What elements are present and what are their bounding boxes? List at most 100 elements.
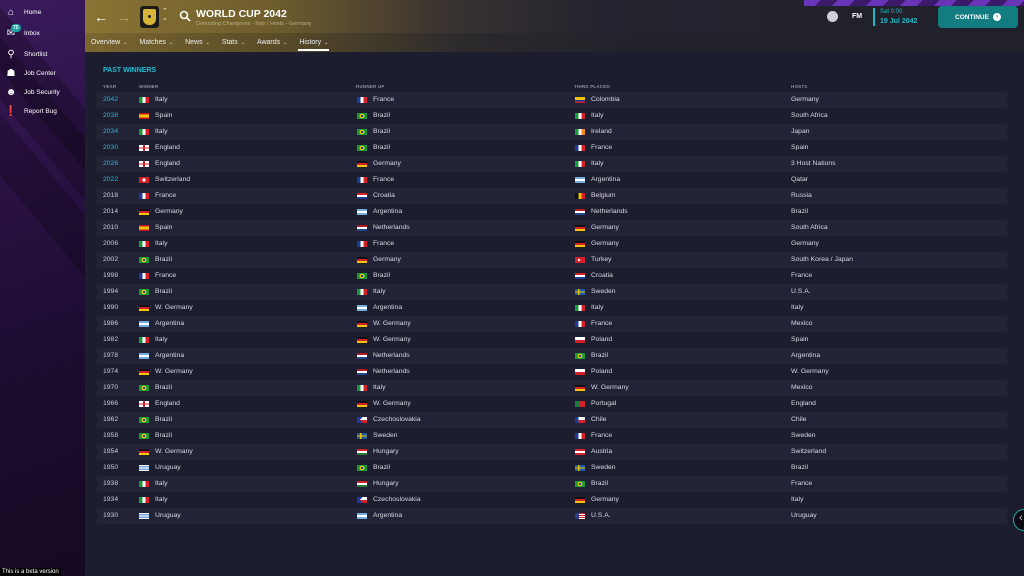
winner-cell[interactable]: Italy — [139, 128, 167, 135]
table-row[interactable]: 2010 Spain Netherlands Germany South Africa — [97, 220, 1007, 236]
winner-cell[interactable]: Italy — [139, 96, 167, 103]
third-placed-cell[interactable]: Ireland — [575, 128, 612, 135]
third-placed-cell[interactable]: Poland — [575, 336, 612, 343]
forward-arrow-icon[interactable]: → — [117, 9, 131, 25]
third-placed-cell[interactable]: W. Germany — [575, 384, 629, 391]
third-placed-cell[interactable]: Germany — [575, 240, 619, 247]
hosts-cell[interactable]: U.S.A. — [791, 288, 811, 295]
third-placed-cell[interactable]: Sweden — [575, 288, 616, 295]
table-row[interactable]: 1982 Italy W. Germany Poland Spain — [97, 332, 1007, 348]
third-placed-cell[interactable]: Netherlands — [575, 208, 628, 215]
hosts-cell[interactable]: Italy — [791, 304, 803, 311]
third-placed-cell[interactable]: Italy — [575, 112, 603, 119]
year-cell[interactable]: 2038 — [103, 112, 118, 119]
hosts-cell[interactable]: Chile — [791, 416, 807, 423]
hosts-cell[interactable]: Argentina — [791, 352, 820, 359]
year-cell[interactable]: 2042 — [103, 96, 118, 103]
third-placed-cell[interactable]: Brazil — [575, 480, 608, 487]
third-placed-cell[interactable]: Germany — [575, 224, 619, 231]
switch-competition-icon[interactable]: ⌃ ⌄ — [162, 8, 168, 22]
runner-up-cell[interactable]: Argentina — [357, 512, 402, 519]
sidebar-item-shortlist[interactable]: ⚲ Shortlist — [0, 45, 85, 64]
table-row[interactable]: 1966 England W. Germany Portugal England — [97, 396, 1007, 412]
search-icon[interactable] — [179, 10, 191, 22]
winner-cell[interactable]: Uruguay — [139, 512, 181, 519]
table-row[interactable]: 1954 W. Germany Hungary Austria Switzerland — [97, 444, 1007, 460]
table-row[interactable]: 1994 Brazil Italy Sweden U.S.A. — [97, 284, 1007, 300]
runner-up-cell[interactable]: W. Germany — [357, 336, 411, 343]
runner-up-cell[interactable]: Brazil — [357, 464, 390, 471]
third-placed-cell[interactable]: Croatia — [575, 272, 613, 279]
table-row[interactable]: 2002 Brazil Germany Turkey South Korea / Jap… — [97, 252, 1007, 268]
runner-up-cell[interactable]: France — [357, 96, 394, 103]
winner-cell[interactable]: Brazil — [139, 416, 172, 423]
sidebar-item-home[interactable]: ⌂ Home — [0, 3, 85, 22]
runner-up-cell[interactable]: Brazil — [357, 112, 390, 119]
runner-up-cell[interactable]: Hungary — [357, 448, 399, 455]
table-row[interactable]: 1974 W. Germany Netherlands Poland W. German… — [97, 364, 1007, 380]
hosts-cell[interactable]: 3 Host Nations — [791, 160, 836, 167]
fm-logo[interactable]: FM — [852, 13, 862, 20]
sidebar-item-report-bug[interactable]: ❗ Report Bug — [0, 102, 85, 121]
winner-cell[interactable]: Argentina — [139, 352, 184, 359]
table-row[interactable]: 2034 Italy Brazil Ireland Japan — [97, 124, 1007, 140]
hosts-cell[interactable]: Uruguay — [791, 512, 817, 519]
third-placed-cell[interactable]: Turkey — [575, 256, 612, 263]
third-placed-cell[interactable]: Italy — [575, 160, 603, 167]
third-placed-cell[interactable]: Portugal — [575, 400, 616, 407]
table-row[interactable]: 1934 Italy Czechoslovakia Germany Italy — [97, 492, 1007, 508]
hosts-cell[interactable]: Brazil — [791, 464, 808, 471]
table-row[interactable]: 2014 Germany Argentina Netherlands Brazil — [97, 204, 1007, 220]
winner-cell[interactable]: Brazil — [139, 432, 172, 439]
runner-up-cell[interactable]: Italy — [357, 384, 385, 391]
winner-cell[interactable]: Brazil — [139, 384, 172, 391]
winner-cell[interactable]: England — [139, 144, 180, 151]
runner-up-cell[interactable]: France — [357, 176, 394, 183]
table-row[interactable]: 1938 Italy Hungary Brazil France — [97, 476, 1007, 492]
third-placed-cell[interactable]: Belgium — [575, 192, 616, 199]
runner-up-cell[interactable]: Netherlands — [357, 368, 410, 375]
table-row[interactable]: 2038 Spain Brazil Italy South Africa — [97, 108, 1007, 124]
hosts-cell[interactable]: South Africa — [791, 224, 828, 231]
table-row[interactable]: 2030 England Brazil France Spain — [97, 140, 1007, 156]
third-placed-cell[interactable]: U.S.A. — [575, 512, 611, 519]
runner-up-cell[interactable]: Croatia — [357, 192, 395, 199]
runner-up-cell[interactable]: Germany — [357, 160, 401, 167]
hosts-cell[interactable]: South Africa — [791, 112, 828, 119]
hosts-cell[interactable]: Qatar — [791, 176, 808, 183]
continue-button[interactable]: CONTINUE › — [938, 6, 1018, 28]
winner-cell[interactable]: Uruguay — [139, 464, 181, 471]
runner-up-cell[interactable]: Brazil — [357, 128, 390, 135]
table-row[interactable]: 1998 France Brazil Croatia France — [97, 268, 1007, 284]
runner-up-cell[interactable]: Netherlands — [357, 352, 410, 359]
hosts-cell[interactable]: Russia — [791, 192, 812, 199]
table-row[interactable]: 2042 Italy France Colombia Germany — [97, 92, 1007, 108]
hosts-cell[interactable]: Mexico — [791, 320, 813, 327]
third-placed-cell[interactable]: France — [575, 144, 612, 151]
table-row[interactable]: 2026 England Germany Italy 3 Host Nations — [97, 156, 1007, 172]
third-placed-cell[interactable]: Argentina — [575, 176, 620, 183]
runner-up-cell[interactable]: Hungary — [357, 480, 399, 487]
third-placed-cell[interactable]: Italy — [575, 304, 603, 311]
winner-cell[interactable]: Germany — [139, 208, 183, 215]
winner-cell[interactable]: Italy — [139, 240, 167, 247]
runner-up-cell[interactable]: W. Germany — [357, 400, 411, 407]
table-row[interactable]: 1978 Argentina Netherlands Brazil Argentina — [97, 348, 1007, 364]
third-placed-cell[interactable]: France — [575, 320, 612, 327]
winner-cell[interactable]: Switzerland — [139, 176, 190, 183]
winner-cell[interactable]: Spain — [139, 224, 172, 231]
table-row[interactable]: 1970 Brazil Italy W. Germany Mexico — [97, 380, 1007, 396]
tab-overview[interactable]: Overview ⌄ — [85, 33, 133, 52]
hosts-cell[interactable]: Italy — [791, 496, 803, 503]
hosts-cell[interactable]: France — [791, 272, 812, 279]
hosts-cell[interactable]: Switzerland — [791, 448, 826, 455]
runner-up-cell[interactable]: Argentina — [357, 304, 402, 311]
hosts-cell[interactable]: Japan — [791, 128, 810, 135]
runner-up-cell[interactable]: Czechoslovakia — [357, 416, 421, 423]
winner-cell[interactable]: France — [139, 272, 176, 279]
runner-up-cell[interactable]: W. Germany — [357, 320, 411, 327]
runner-up-cell[interactable]: France — [357, 240, 394, 247]
hosts-cell[interactable]: Spain — [791, 144, 808, 151]
winner-cell[interactable]: France — [139, 192, 176, 199]
sidebar-item-inbox[interactable]: ✉ 75 Inbox — [0, 23, 85, 43]
